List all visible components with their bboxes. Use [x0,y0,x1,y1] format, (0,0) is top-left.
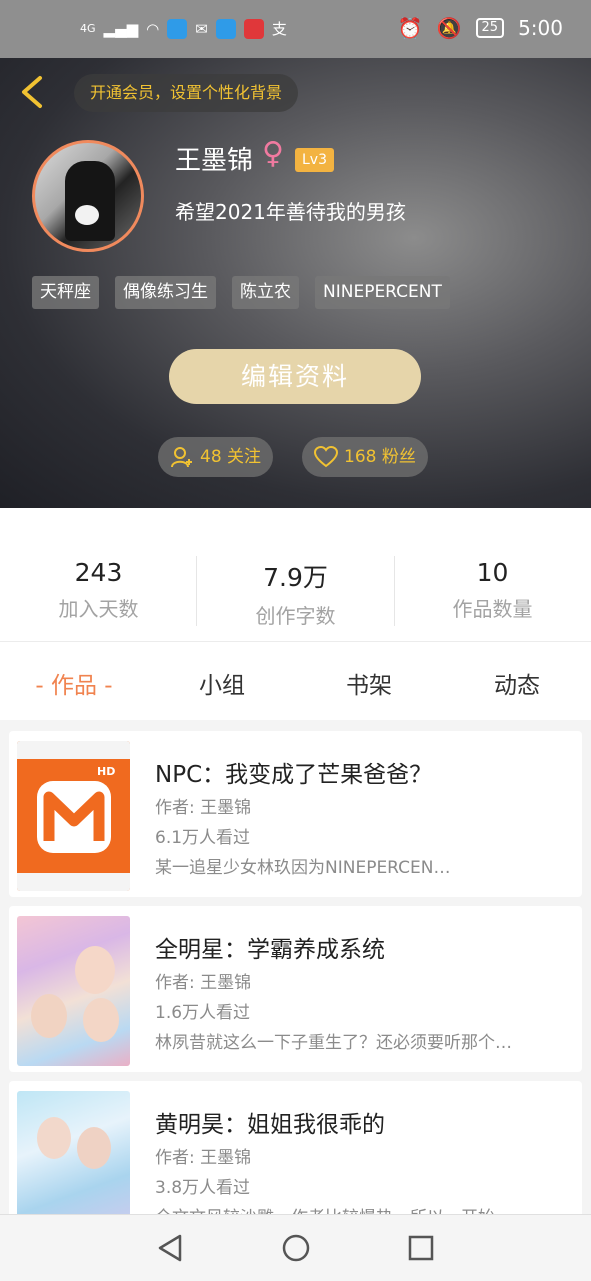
female-gender-icon: ♀ [262,136,284,171]
profile-tabs: - 作品 - 小组 书架 动态 [0,642,591,720]
tab-bookshelf[interactable]: 书架 [295,666,443,700]
work-author: 作者: 王墨锦 [155,973,252,993]
stat-value: 243 [74,558,123,587]
tag-item[interactable]: 天秤座 [32,276,99,309]
back-icon[interactable] [156,1233,184,1263]
cover-badge: HD [97,765,116,778]
tab-activity[interactable]: 动态 [443,666,591,700]
book-cover: HD [17,741,130,891]
avatar-bear [75,205,99,225]
battery-icon: 25 [475,18,505,38]
book-cover [17,916,130,1066]
recent-apps-icon[interactable] [407,1234,435,1262]
level-badge: Lv3 [295,148,334,172]
home-icon[interactable] [281,1233,311,1263]
browser-app-icon-2 [215,18,236,39]
clock: 5:00 [518,16,563,40]
edit-profile-button[interactable]: 编辑资料 [169,349,421,404]
fans-button[interactable]: 168 粉丝 [302,437,428,477]
stat-join-days: 243 加入天数 [0,558,197,622]
wifi-icon: ◠ [146,19,160,38]
tab-groups[interactable]: 小组 [148,666,296,700]
stat-label: 作品数量 [452,597,533,621]
mango-logo-icon [17,741,130,891]
back-arrow-icon[interactable] [18,74,46,110]
reader-app-icon [243,18,264,39]
mute-icon: 🔕 [436,16,462,40]
work-title: 黄明昊：姐姐我很乖的 [155,1112,385,1138]
member-background-prompt[interactable]: 开通会员，设置个性化背景 [74,74,299,112]
status-right: ⏰ 🔕 25 5:00 [398,16,563,40]
avatar[interactable] [32,140,144,252]
fans-count: 168 粉丝 [344,447,416,467]
following-button[interactable]: 48 关注 [158,437,274,477]
browser-app-icon [167,18,188,39]
status-left: 4G ▂▄▆ ◠ ✉ 支 [80,18,287,39]
user-signature: 希望2021年善待我的男孩 [175,200,406,224]
tag-item[interactable]: NINEPERCENT [315,276,450,309]
alipay-icon: 支 [271,20,287,38]
work-views: 6.1万人看过 [155,828,251,848]
work-author: 作者: 王墨锦 [155,798,252,818]
work-description: 林夙昔就这么一下子重生了？还必须要听那个… [155,1033,512,1053]
stat-value: 10 [476,558,509,587]
work-views: 1.6万人看过 [155,1003,251,1023]
add-person-icon [171,447,192,468]
system-navigation-bar [0,1214,591,1281]
work-card[interactable]: 全明星：学霸养成系统 作者: 王墨锦 1.6万人看过 林夙昔就这么一下子重生了？… [9,906,582,1072]
heart-icon [314,446,338,468]
tag-item[interactable]: 偶像练习生 [115,276,216,309]
avatar-figure [65,161,115,241]
following-count: 48 关注 [200,447,262,467]
work-description: 某一追星少女林玖因为NINEPERCEN… [155,858,451,878]
status-bar: 4G ▂▄▆ ◠ ✉ 支 ⏰ 🔕 25 5:00 [0,0,591,58]
tag-item[interactable]: 陈立农 [232,276,299,309]
work-card[interactable]: HD NPC：我变成了芒果爸爸？ 作者: 王墨锦 6.1万人看过 某一追星少女林… [9,731,582,897]
alarm-icon: ⏰ [397,16,423,40]
stat-label: 创作字数 [255,604,336,628]
work-title: 全明星：学霸养成系统 [155,937,385,963]
tag-list: 天秤座 偶像练习生 陈立农 NINEPERCENT [32,276,450,309]
work-views: 3.8万人看过 [155,1178,251,1198]
signal-icon: ▂▄▆ [103,19,139,38]
wechat-icon: ✉ [195,19,208,38]
stat-label: 加入天数 [58,597,139,621]
tab-works[interactable]: - 作品 - [0,666,148,700]
username: 王墨锦 [175,146,254,176]
stat-value: 7.9万 [263,563,328,592]
work-title: NPC：我变成了芒果爸爸？ [155,762,433,788]
work-author: 作者: 王墨锦 [155,1148,252,1168]
stats-panel: 243 加入天数 7.9万 创作字数 10 作品数量 [0,508,591,641]
stat-word-count: 7.9万 创作字数 [197,558,394,629]
stat-works-count: 10 作品数量 [394,558,591,622]
network-type: 4G [80,22,96,35]
